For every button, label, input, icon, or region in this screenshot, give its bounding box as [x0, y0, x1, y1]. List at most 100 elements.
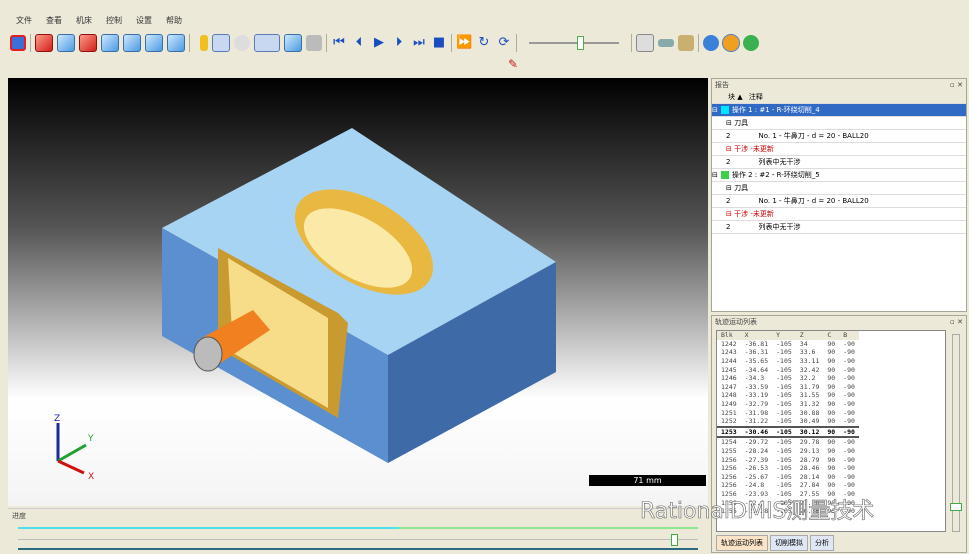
- expand-icon[interactable]: ⊟: [712, 106, 718, 114]
- step-back-icon[interactable]: ⏴: [351, 35, 367, 51]
- collision-group[interactable]: ⊟ 干涉 -未更新: [712, 208, 966, 221]
- tab-2[interactable]: 分析: [810, 535, 834, 551]
- tool-header: 刀具: [734, 184, 749, 192]
- fit-view-icon[interactable]: [10, 35, 26, 51]
- column-header[interactable]: X: [741, 331, 772, 340]
- table-cell: -36.81: [744, 339, 769, 348]
- refresh-icon[interactable]: ⟳: [496, 35, 512, 51]
- collision-row[interactable]: 2 列表中无干涉: [712, 221, 966, 234]
- table-cell: 28.79: [799, 455, 820, 464]
- collision-group[interactable]: ⊟ 干涉 -未更新: [712, 143, 966, 156]
- tool-group[interactable]: ⊟ 刀具: [712, 117, 966, 130]
- column-header[interactable]: B: [839, 331, 859, 340]
- view-iso-icon[interactable]: [35, 34, 53, 52]
- shade-icon[interactable]: [722, 34, 740, 52]
- table-row[interactable]: 1252 -31.22 -105 30.49 90 -90: [717, 417, 859, 427]
- tool-row[interactable]: 2 No. 1 - 牛鼻刀 - d = 20 - BALL20: [712, 195, 966, 208]
- panel-pin-close[interactable]: ▫ ✕: [950, 79, 963, 91]
- menu-item[interactable]: 文件: [14, 15, 34, 26]
- collision-header: 干涉 -未更新: [734, 145, 774, 153]
- tool-path-icon[interactable]: [200, 35, 208, 51]
- collapse-icon[interactable]: ⊟: [726, 210, 734, 218]
- play-icon[interactable]: ▶: [371, 35, 387, 51]
- table-cell: 1256: [721, 472, 737, 481]
- table-cell: -105: [772, 425, 796, 439]
- table-cell: -31.98: [744, 408, 769, 417]
- speed-slider[interactable]: [529, 36, 619, 50]
- table-row[interactable]: 1255 -28.24 -105 29.13 90 -90: [717, 447, 859, 456]
- tab-0[interactable]: 轨迹运动列表: [716, 535, 768, 551]
- table-row[interactable]: 1245 -34.64 -105 32.42 90 -90: [717, 365, 859, 374]
- table-row[interactable]: 1246 -34.3 -105 32.2 90 -90: [717, 374, 859, 383]
- view-left-icon[interactable]: [123, 34, 141, 52]
- pin-icon[interactable]: ✎: [508, 57, 518, 71]
- table-row[interactable]: 1242 -36.81 -105 34 90 -90: [717, 340, 859, 349]
- rewind-start-icon[interactable]: ⏮: [331, 35, 347, 51]
- table-row[interactable]: 1253 -30.46 -105 30.12 90 -90: [717, 425, 859, 439]
- column-header[interactable]: Blk: [717, 331, 741, 340]
- stop-icon[interactable]: ■: [431, 35, 447, 51]
- vertical-slider[interactable]: [950, 334, 962, 532]
- machine-icon[interactable]: [306, 35, 322, 51]
- table-cell: -26.53: [744, 464, 769, 473]
- tool-group[interactable]: ⊟ 刀具: [712, 182, 966, 195]
- erase-icon[interactable]: [636, 34, 654, 52]
- fast-forward-icon[interactable]: ⏩: [456, 35, 472, 51]
- collapse-icon[interactable]: ⊟: [726, 145, 734, 153]
- menu-item[interactable]: 控制: [104, 15, 124, 26]
- table-row[interactable]: 1256 -27.39 -105 28.79 90 -90: [717, 455, 859, 464]
- stock-display-icon[interactable]: [254, 34, 280, 52]
- menu-item[interactable]: 查看: [44, 15, 64, 26]
- settings-icon[interactable]: [678, 35, 694, 51]
- earth-icon[interactable]: [743, 35, 759, 51]
- table-cell: 31.55: [799, 391, 820, 400]
- table-cell: 1255: [721, 447, 737, 456]
- table-row[interactable]: 1243 -36.31 -105 33.6 90 -90: [717, 348, 859, 357]
- tool-display-icon[interactable]: [212, 34, 230, 52]
- operation-row[interactable]: ⊟ 操作 2 : #2 - R-环绕切削_5: [712, 169, 966, 182]
- table-row[interactable]: 1256 -25.67 -105 28.14 90 -90: [717, 473, 859, 482]
- collapse-icon[interactable]: ⊟: [726, 119, 734, 127]
- column-header[interactable]: Y: [772, 331, 796, 340]
- table-row[interactable]: 1251 -31.98 -105 30.88 90 -90: [717, 408, 859, 417]
- column-header[interactable]: Z: [796, 331, 824, 340]
- table-cell: -90: [843, 455, 855, 464]
- view-back-icon[interactable]: [145, 34, 163, 52]
- table-row[interactable]: 1254 -29.72 -105 29.78 90 -90: [717, 437, 859, 447]
- col-note[interactable]: 注释: [749, 93, 763, 101]
- table-cell: 1248: [721, 391, 737, 400]
- timeline-slider[interactable]: [18, 534, 698, 546]
- col-block[interactable]: 块: [728, 93, 735, 101]
- loop-icon[interactable]: ↻: [476, 35, 492, 51]
- table-cell: 90: [827, 339, 836, 348]
- table-row[interactable]: 1248 -33.19 -105 31.55 90 -90: [717, 391, 859, 400]
- expand-icon[interactable]: ⊟: [712, 171, 718, 179]
- column-header[interactable]: C: [823, 331, 839, 340]
- view-top-icon[interactable]: [57, 34, 75, 52]
- operation-row[interactable]: ⊟ 操作 1 : #1 - R-环绕切削_4: [712, 104, 966, 117]
- panel-pin-close[interactable]: ▫ ✕: [950, 316, 963, 328]
- collapse-icon[interactable]: ⊟: [726, 184, 734, 192]
- view-front-icon[interactable]: [79, 34, 97, 52]
- workpiece-icon[interactable]: [284, 34, 302, 52]
- table-row[interactable]: 1256 -26.53 -105 28.46 90 -90: [717, 464, 859, 473]
- table-row[interactable]: 1256 -24.8 -105 27.84 90 -90: [717, 481, 859, 490]
- step-forward-icon[interactable]: ⏵: [391, 35, 407, 51]
- view-bottom-icon[interactable]: [167, 34, 185, 52]
- ruler-icon[interactable]: [658, 39, 674, 47]
- tool-row[interactable]: 2 No. 1 - 牛鼻刀 - d = 20 - BALL20: [712, 130, 966, 143]
- menu-item[interactable]: 设置: [134, 15, 154, 26]
- 3d-viewport[interactable]: Z Y X: [8, 78, 708, 506]
- tab-1[interactable]: 切削模拟: [770, 535, 808, 551]
- report-panel: 报告 ▫ ✕ 块 ▲ 注释 ⊟ 操作 1 : #1 - R-环绕切削_4 ⊟ 刀具 2 N…: [711, 78, 967, 312]
- rotate-icon[interactable]: [234, 35, 250, 51]
- globe-icon[interactable]: [703, 35, 719, 51]
- menu-item[interactable]: 帮助: [164, 15, 184, 26]
- table-row[interactable]: 1244 -35.65 -105 33.11 90 -90: [717, 357, 859, 366]
- menu-item[interactable]: 机床: [74, 15, 94, 26]
- table-row[interactable]: 1249 -32.79 -105 31.32 90 -90: [717, 400, 859, 409]
- forward-end-icon[interactable]: ⏭: [411, 35, 427, 51]
- table-row[interactable]: 1247 -33.59 -105 31.79 90 -90: [717, 383, 859, 392]
- collision-row[interactable]: 2 列表中无干涉: [712, 156, 966, 169]
- view-right-icon[interactable]: [101, 34, 119, 52]
